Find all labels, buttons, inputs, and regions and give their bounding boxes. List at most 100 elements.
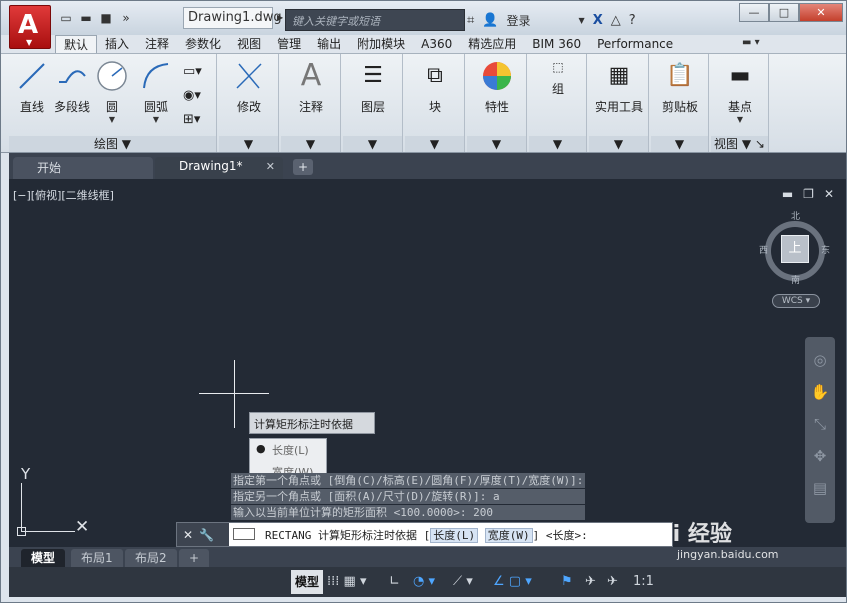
document-title: Drawing1.dwg: [183, 7, 282, 29]
keyword-width[interactable]: 宽度(W): [484, 528, 533, 543]
help-icon[interactable]: ?: [629, 13, 636, 28]
utilities-tool[interactable]: ▦ 实用工具: [591, 60, 647, 115]
tab-annotate[interactable]: 注释: [137, 35, 177, 53]
drawing-canvas[interactable]: [−][俯视][二维线框] ▬ ❐ ✕ 上 北 南 东 西 WCS ▾ ◎ ✋ …: [9, 179, 846, 547]
arc-tool[interactable]: 圆弧 ▼: [135, 60, 177, 124]
steering-wheel-icon[interactable]: ◎: [805, 351, 835, 369]
annotation-tool[interactable]: A 注释: [291, 60, 331, 115]
tab-performance[interactable]: Performance: [589, 35, 681, 53]
properties-dropdown[interactable]: ▼: [467, 136, 526, 152]
layers-dropdown[interactable]: ▼: [343, 136, 402, 152]
tab-layout1[interactable]: 布局1: [71, 549, 123, 567]
draw-panel-title[interactable]: 绘图 ▼: [9, 136, 216, 152]
layers-tool[interactable]: ☰ 图层: [353, 60, 393, 115]
polar-icon[interactable]: ◔ ▾: [413, 571, 435, 593]
pan-icon[interactable]: ✋: [805, 383, 835, 401]
circle-icon: [97, 61, 127, 91]
ortho-icon[interactable]: ∟: [389, 571, 400, 593]
annotation-dropdown[interactable]: ▼: [281, 136, 340, 152]
search-input[interactable]: 键入关键字或短语: [285, 9, 465, 31]
tab-layout2[interactable]: 布局2: [125, 549, 177, 567]
modify-tool[interactable]: 修改: [229, 60, 269, 115]
status-bar: 模型 ⁞⁞⁞ ▦ ▾ ∟ ◔ ▾ ⟋ ▾ ∠ ▢ ▾ ⚑ ✈ ✈ 1:1: [9, 567, 846, 597]
command-input[interactable]: RECTANG 计算矩形标注时依据 [长度(L) 宽度(W)] <长度>:: [265, 527, 588, 543]
object-snap-icon[interactable]: ∠ ▢ ▾: [493, 571, 532, 593]
tab-bim360[interactable]: BIM 360: [524, 35, 589, 53]
properties-tool[interactable]: 特性: [477, 60, 517, 115]
add-layout-button[interactable]: +: [179, 549, 210, 567]
tab-view[interactable]: 视图: [229, 35, 269, 53]
showmotion-icon[interactable]: ▤: [805, 479, 835, 497]
new-file-icon[interactable]: ▭: [57, 9, 75, 27]
tab-output[interactable]: 输出: [309, 35, 349, 53]
block-dropdown[interactable]: ▼: [405, 136, 464, 152]
wcs-menu[interactable]: WCS ▾: [772, 294, 820, 308]
annotation-scale-icon[interactable]: ✈: [607, 571, 618, 593]
line-tool[interactable]: 直线: [15, 60, 49, 115]
close-command-icon[interactable]: ✕: [183, 528, 193, 542]
tab-featured-apps[interactable]: 精选应用: [460, 35, 524, 53]
basepoint-tool[interactable]: ▬ 基点 ▼: [719, 60, 761, 124]
keyword-length[interactable]: 长度(L): [430, 528, 479, 543]
a360-icon[interactable]: △: [611, 13, 621, 28]
viewcube[interactable]: 上 北 南 东 西: [759, 212, 831, 286]
annotation-monitor-icon[interactable]: ⚑: [561, 571, 573, 593]
grid-icon[interactable]: ⁞⁞⁞ ▦ ▾: [327, 571, 366, 593]
view-panel-title[interactable]: 视图 ▼ ↘: [711, 136, 768, 152]
boundary-icon[interactable]: ⊞▾: [183, 112, 200, 127]
hatch-icon[interactable]: ◉▾: [183, 88, 201, 103]
exchange-icon[interactable]: X: [593, 13, 603, 28]
tab-addins[interactable]: 附加模块: [349, 35, 413, 53]
folder-icon: ▬: [729, 63, 751, 88]
orbit-icon[interactable]: ✥: [805, 447, 835, 465]
tab-default[interactable]: 默认: [55, 35, 98, 53]
customize-icon[interactable]: 🔧: [199, 528, 214, 542]
document-tabs: 开始 Drawing1* ✕ +: [9, 153, 846, 179]
command-line[interactable]: ✕ 🔧 RECTANG 计算矩形标注时依据 [长度(L) 宽度(W)] <长度>…: [176, 522, 673, 547]
dropdown-icon[interactable]: ▼: [579, 16, 585, 25]
binoculars-icon[interactable]: ⌗: [467, 13, 474, 28]
save-icon[interactable]: ■: [97, 9, 115, 27]
login-link[interactable]: 登录: [507, 12, 531, 29]
osnap-tracking-icon[interactable]: ⟋ ▾: [453, 571, 473, 593]
close-button[interactable]: ✕: [799, 3, 843, 22]
viewcube-top-face[interactable]: 上: [781, 235, 809, 263]
zoom-icon[interactable]: ⤡: [805, 415, 835, 433]
close-viewport-icon[interactable]: ✕: [824, 187, 834, 201]
close-tab-icon[interactable]: ✕: [266, 160, 275, 173]
clipboard-tool[interactable]: 📋 剪贴板: [655, 60, 705, 115]
groups-dropdown[interactable]: ▼: [529, 136, 586, 152]
more-icon[interactable]: »: [117, 9, 135, 27]
user-icon[interactable]: 👤: [482, 13, 498, 28]
tab-a360[interactable]: A360: [413, 35, 460, 53]
block-tool[interactable]: ⧉ 块: [415, 60, 455, 115]
modify-dropdown[interactable]: ▼: [219, 136, 278, 152]
option-length[interactable]: ● 长度(L): [250, 439, 326, 461]
tab-insert[interactable]: 插入: [97, 35, 137, 53]
application-menu-button[interactable]: A ▼: [9, 5, 51, 49]
annotation-scale-value[interactable]: 1:1: [633, 571, 654, 593]
new-tab-button[interactable]: +: [293, 159, 313, 175]
utilities-dropdown[interactable]: ▼: [589, 136, 648, 152]
polyline-icon: [59, 70, 86, 83]
circle-tool[interactable]: 圆 ▼: [95, 60, 129, 124]
tab-drawing1[interactable]: Drawing1* ✕: [155, 157, 283, 179]
tab-model[interactable]: 模型: [21, 549, 66, 567]
minimize-viewport-icon[interactable]: ▬: [782, 187, 793, 201]
clipboard-dropdown[interactable]: ▼: [651, 136, 708, 152]
group-tool[interactable]: ⬚ 组: [539, 60, 577, 97]
ribbon-toggle-icon[interactable]: ▬ ▾: [742, 37, 760, 48]
polyline-tool[interactable]: 多段线: [51, 60, 93, 115]
model-space-button[interactable]: 模型: [291, 570, 323, 594]
restore-viewport-icon[interactable]: ❐: [803, 187, 814, 201]
viewport-controls-label[interactable]: [−][俯视][二维线框]: [13, 187, 114, 203]
restore-button[interactable]: □: [769, 3, 799, 22]
tab-parametric[interactable]: 参数化: [177, 35, 229, 53]
rectangle-icon[interactable]: ▭▾: [183, 64, 202, 79]
open-file-icon[interactable]: ▬: [77, 9, 95, 27]
command-prompt-icon[interactable]: [233, 528, 255, 540]
tab-start[interactable]: 开始: [13, 157, 153, 179]
minimize-button[interactable]: —: [739, 3, 769, 22]
annotation-visibility-icon[interactable]: ✈: [585, 571, 596, 593]
tab-manage[interactable]: 管理: [269, 35, 309, 53]
